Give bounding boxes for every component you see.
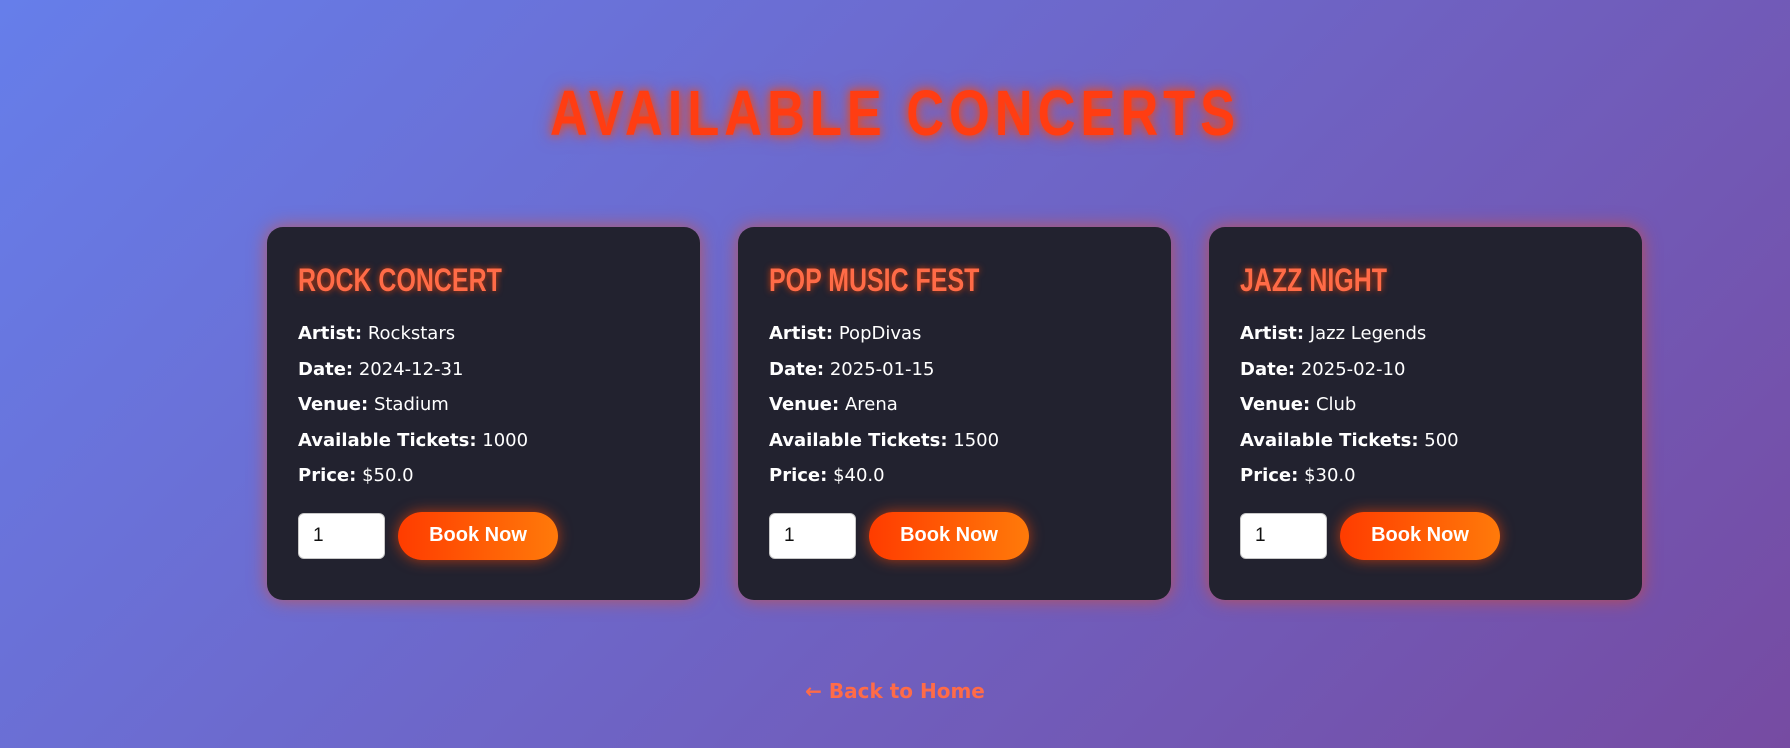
concert-details: Artist: PopDivas Date: 2025-01-15 Venue:…	[769, 316, 1140, 494]
quantity-input[interactable]	[1240, 512, 1327, 559]
tickets-label: Available Tickets:	[769, 429, 948, 451]
price-value: $40.0	[833, 465, 885, 486]
tickets-value: 1000	[482, 429, 529, 451]
date-value: 2025-02-10	[1300, 358, 1406, 380]
venue-label: Venue:	[769, 394, 840, 415]
price-label: Price:	[298, 465, 357, 486]
price-row: Price: $40.0	[769, 458, 1140, 494]
price-row: Price: $50.0	[298, 458, 669, 494]
venue-value: Arena	[844, 394, 898, 415]
booking-form: Book Now	[298, 511, 669, 560]
quantity-input[interactable]	[298, 512, 385, 559]
venue-row: Venue: Arena	[769, 387, 1140, 423]
price-row: Price: $30.0	[1240, 458, 1611, 494]
concert-title: Rock Concert	[298, 262, 502, 298]
concert-details: Artist: Rockstars Date: 2024-12-31 Venue…	[298, 316, 669, 494]
venue-row: Venue: Club	[1240, 387, 1611, 423]
date-label: Date:	[298, 358, 354, 380]
book-now-button[interactable]: Book Now	[398, 511, 558, 560]
tickets-value: 1500	[953, 429, 1000, 451]
tickets-label: Available Tickets:	[298, 429, 477, 451]
venue-row: Venue: Stadium	[298, 387, 669, 423]
book-now-button[interactable]: Book Now	[869, 511, 1029, 560]
date-label: Date:	[769, 358, 825, 380]
artist-row: Artist: Jazz Legends	[1240, 316, 1611, 352]
date-value: 2024-12-31	[358, 358, 464, 380]
artist-label: Artist:	[769, 323, 834, 344]
concert-title: Jazz Night	[1240, 262, 1387, 298]
artist-value: Rockstars	[367, 323, 456, 344]
venue-value: Club	[1315, 394, 1357, 415]
date-label: Date:	[1240, 358, 1296, 380]
price-label: Price:	[769, 465, 828, 486]
tickets-value: 500	[1424, 429, 1459, 451]
tickets-label: Available Tickets:	[1240, 429, 1419, 451]
tickets-row: Available Tickets: 500	[1240, 423, 1611, 459]
price-value: $30.0	[1304, 465, 1356, 486]
venue-value: Stadium	[373, 394, 449, 415]
booking-form: Book Now	[1240, 511, 1611, 560]
page-title: Available Concerts	[549, 77, 1241, 149]
tickets-row: Available Tickets: 1000	[298, 423, 669, 459]
concert-card: Rock Concert Artist: Rockstars Date: 202…	[267, 227, 700, 600]
venue-label: Venue:	[1240, 394, 1311, 415]
artist-row: Artist: Rockstars	[298, 316, 669, 352]
price-value: $50.0	[362, 465, 414, 486]
quantity-input[interactable]	[769, 512, 856, 559]
tickets-row: Available Tickets: 1500	[769, 423, 1140, 459]
concert-title: Pop Music Fest	[769, 262, 980, 298]
venue-label: Venue:	[298, 394, 369, 415]
date-row: Date: 2025-02-10	[1240, 352, 1611, 388]
back-to-home-link[interactable]: ← Back to Home	[0, 679, 1790, 703]
price-label: Price:	[1240, 465, 1299, 486]
date-row: Date: 2024-12-31	[298, 352, 669, 388]
date-row: Date: 2025-01-15	[769, 352, 1140, 388]
artist-label: Artist:	[1240, 323, 1305, 344]
concert-details: Artist: Jazz Legends Date: 2025-02-10 Ve…	[1240, 316, 1611, 494]
concert-card: Jazz Night Artist: Jazz Legends Date: 20…	[1209, 227, 1642, 600]
concert-list: Rock Concert Artist: Rockstars Date: 202…	[267, 227, 1643, 600]
book-now-button[interactable]: Book Now	[1340, 511, 1500, 560]
date-value: 2025-01-15	[829, 358, 935, 380]
booking-form: Book Now	[769, 511, 1140, 560]
artist-row: Artist: PopDivas	[769, 316, 1140, 352]
artist-value: Jazz Legends	[1309, 323, 1427, 344]
artist-label: Artist:	[298, 323, 363, 344]
artist-value: PopDivas	[838, 323, 922, 344]
concert-card: Pop Music Fest Artist: PopDivas Date: 20…	[738, 227, 1171, 600]
